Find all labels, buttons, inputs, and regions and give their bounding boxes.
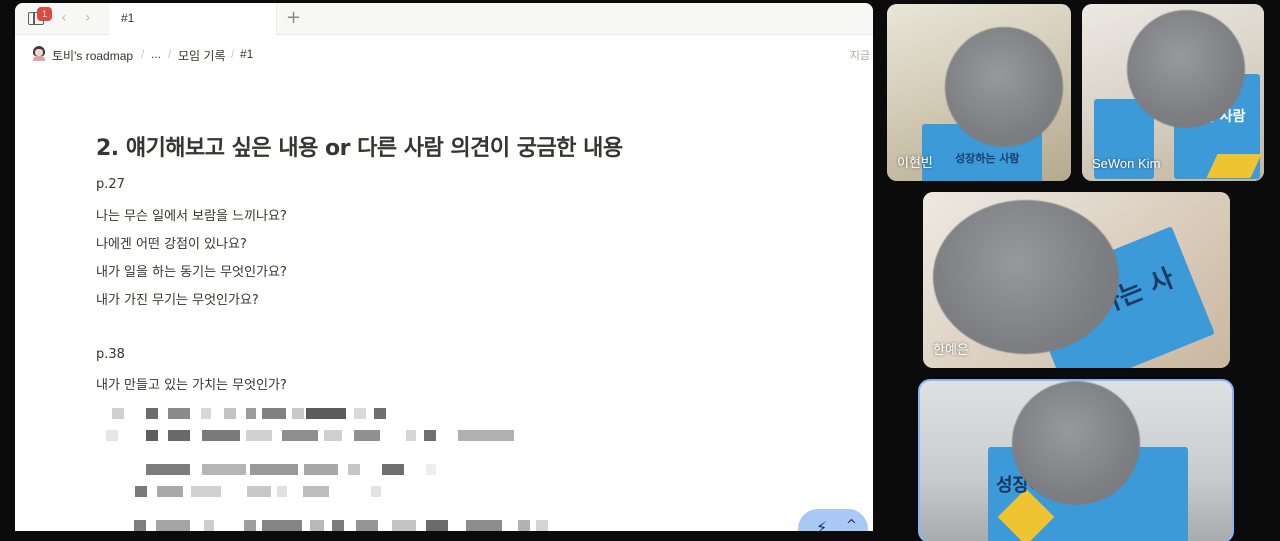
participant-name: 한예은: [933, 342, 969, 357]
chevron-up-icon: ^: [846, 518, 857, 531]
blurred-face: [945, 27, 1063, 147]
participant-name: SeWon Kim: [1092, 156, 1161, 171]
breadcrumb-separator: /: [231, 47, 235, 61]
wand-icon: ⚡: [816, 518, 828, 531]
tab-current[interactable]: #1: [109, 3, 277, 35]
new-tab-button[interactable]: +: [286, 7, 301, 28]
breadcrumb-separator: /: [141, 47, 145, 61]
breadcrumb-parent[interactable]: 모임 기록: [178, 47, 226, 64]
redacted-text: [146, 464, 446, 475]
breadcrumb-workspace[interactable]: 토비's roadmap: [52, 47, 133, 64]
text-line[interactable]: 나는 무슨 일에서 보람을 느끼나요?: [96, 205, 287, 224]
redacted-text: [106, 430, 526, 441]
video-tile[interactable]: 장하는 사 한예은: [923, 192, 1230, 368]
tab-bar: 1 ‹ › #1 +: [15, 3, 873, 35]
text-line[interactable]: 내가 일을 하는 동기는 무엇인가요?: [96, 261, 287, 280]
redacted-text: [134, 520, 584, 531]
participant-name: 이현빈: [897, 155, 933, 170]
breadcrumb-separator: /: [168, 47, 172, 61]
notification-badge[interactable]: 1: [37, 7, 52, 21]
video-tile-active[interactable]: 성장하는: [920, 381, 1232, 541]
edited-status: 지금: [849, 50, 870, 62]
forward-arrow-icon[interactable]: ›: [85, 10, 91, 26]
breadcrumb: 토비's roadmap / ... / 모임 기록 / #1 지금: [15, 35, 873, 73]
redacted-text: [112, 408, 392, 419]
text-line[interactable]: p.38: [96, 347, 125, 362]
tab-title: #1: [121, 11, 135, 25]
video-tile[interactable]: 는 사람 SeWon Kim: [1082, 4, 1264, 181]
breadcrumb-current[interactable]: #1: [240, 47, 253, 61]
text-line[interactable]: p.27: [96, 177, 125, 192]
section-heading[interactable]: 2. 얘기해보고 싶은 내용 or 다른 사람 의견이 궁금한 내용: [96, 130, 623, 162]
breadcrumb-ellipsis[interactable]: ...: [151, 47, 161, 61]
back-arrow-icon[interactable]: ‹: [61, 10, 67, 26]
text-line[interactable]: 내가 만들고 있는 가치는 무엇인가?: [96, 374, 287, 393]
book-title-text: 성장하는 사람: [955, 152, 1020, 165]
workspace-avatar-icon: [32, 46, 46, 61]
redacted-text: [135, 486, 395, 497]
blurred-face: [933, 200, 1119, 354]
text-line[interactable]: 내가 가진 무기는 무엇인가요?: [96, 289, 259, 308]
video-tile[interactable]: 성장하는 사람 이현빈: [887, 4, 1071, 181]
notion-window: 1 ‹ › #1 + 토비's roadmap / ... / 모임 기록 / …: [15, 3, 873, 531]
blurred-face: [1012, 381, 1140, 505]
blurred-face: [1127, 10, 1245, 128]
ai-assistant-button[interactable]: ⚡ ^: [798, 509, 868, 531]
text-line[interactable]: 나에겐 어떤 강점이 있나요?: [96, 233, 247, 252]
